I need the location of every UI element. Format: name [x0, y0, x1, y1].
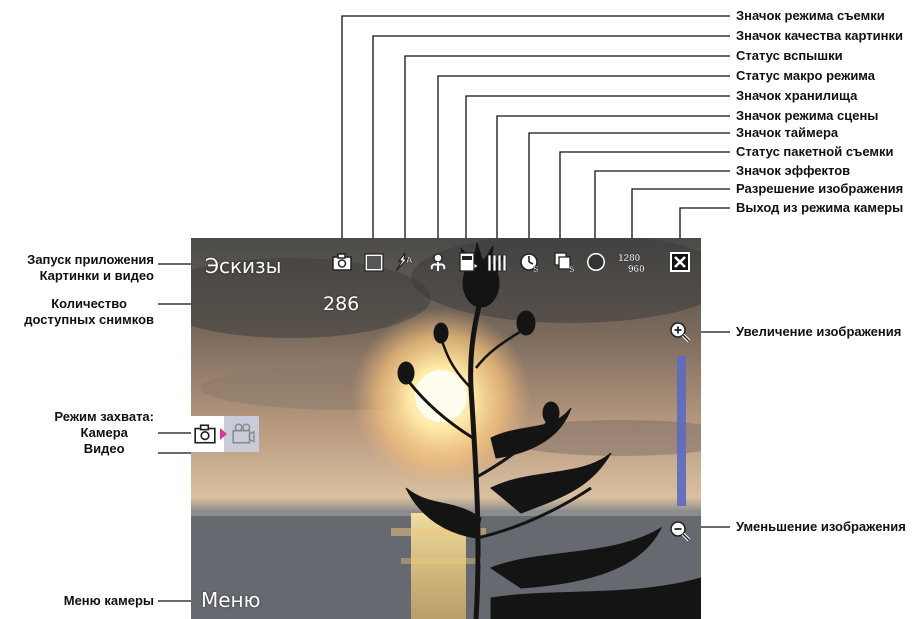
callout-flash-status: Статус вспышки: [736, 48, 843, 63]
callout-capture-mode-label: Режим захвата:: [54, 409, 154, 424]
close-icon[interactable]: [669, 251, 691, 273]
zoom-out-icon[interactable]: [669, 520, 691, 542]
available-shots-count: 286: [323, 293, 360, 315]
zoom-slider[interactable]: [677, 356, 686, 506]
callout-zoom-in: Увеличение изображения: [736, 324, 902, 339]
callout-available-shots: Количество доступных снимков: [24, 296, 154, 328]
macro-icon: [427, 251, 449, 273]
callout-camera: Камера: [80, 425, 128, 440]
callout-image-resolution: Разрешение изображения: [736, 181, 904, 196]
flash-auto-icon: A: [393, 251, 415, 273]
callout-storage-icon: Значок хранилища: [736, 88, 858, 103]
callout-picture-quality-icon: Значок качества картинки: [736, 28, 904, 43]
timer-icon: S: [519, 251, 541, 273]
camera-icon: [194, 424, 216, 444]
callout-capture-mode-icon: Значок режима съемки: [736, 8, 885, 23]
mode-selector-arrow-icon: [220, 428, 227, 440]
picture-quality-icon: [363, 251, 385, 273]
callout-zoom-out: Уменьшение изображения: [736, 519, 906, 534]
resolution-height: 960: [628, 264, 645, 273]
effects-icon: [585, 251, 607, 273]
svg-text:A: A: [406, 255, 413, 265]
burst-icon: S: [553, 251, 575, 273]
softkey-menu[interactable]: Меню: [201, 588, 260, 612]
callout-shots-line1: Количество: [51, 296, 127, 311]
callout-capture-mode: Режим захвата: Камера Видео: [54, 409, 154, 457]
svg-text:S: S: [533, 265, 539, 273]
callout-timer-icon: Значок таймера: [736, 125, 839, 140]
softkey-thumbnails[interactable]: Эскизы: [205, 254, 281, 278]
resolution-width: 1280: [618, 253, 641, 264]
svg-text:S: S: [569, 265, 575, 273]
callout-launch-app-line1: Запуск приложения: [27, 252, 154, 267]
capture-mode-switcher[interactable]: [191, 416, 261, 452]
callout-exit-camera: Выход из режима камеры: [736, 200, 904, 215]
resolution-icon: 1280 960: [617, 251, 651, 273]
sunset-photo: [191, 238, 701, 619]
callout-shots-line2: доступных снимков: [24, 312, 154, 327]
callout-effects-icon: Значок эффектов: [736, 163, 851, 178]
storage-card-icon: [457, 251, 479, 273]
callout-camera-menu: Меню камеры: [63, 593, 154, 608]
callout-macro-status: Статус макро режима: [736, 68, 875, 83]
zoom-in-icon[interactable]: [669, 321, 691, 343]
callout-video: Видео: [83, 441, 125, 456]
callout-launch-app: Запуск приложения Картинки и видео: [27, 252, 154, 284]
callout-scene-mode-icon: Значок режима сцены: [736, 108, 879, 123]
camera-viewfinder[interactable]: Эскизы 286 Меню A S S 1280 960: [191, 238, 701, 619]
scene-mode-icon: [487, 251, 509, 273]
callout-launch-app-line2: Картинки и видео: [39, 268, 154, 283]
mode-video-button[interactable]: [224, 416, 259, 452]
camera-mode-icon: [331, 251, 353, 273]
callout-burst-status: Статус пакетной съемки: [736, 144, 894, 159]
video-camera-icon: [232, 423, 255, 444]
